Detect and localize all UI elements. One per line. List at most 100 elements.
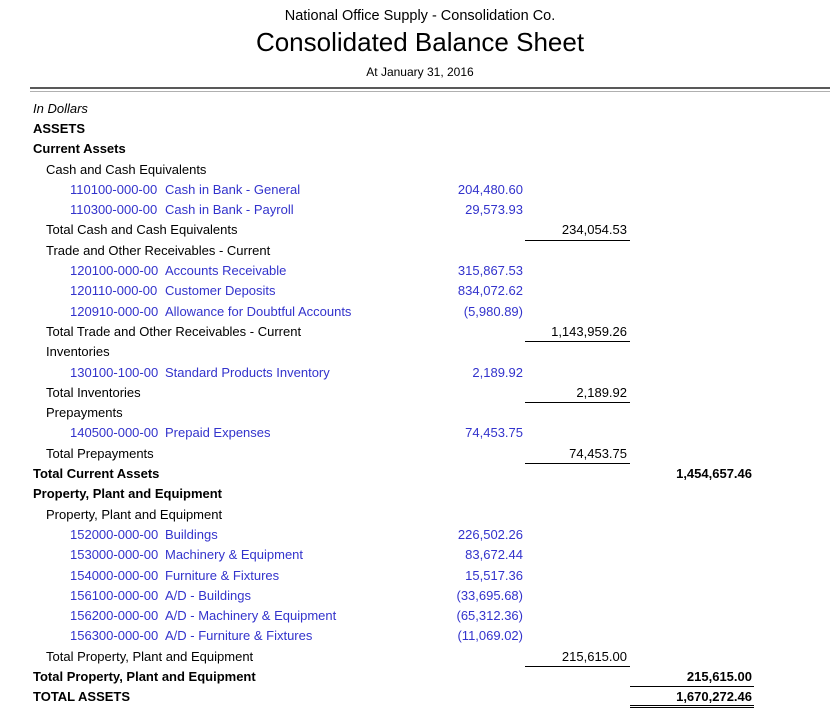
- account-row: 153000-000-00Machinery & Equipment83,672…: [0, 545, 840, 565]
- row-label-cell: 156100-000-00A/D - Buildings: [0, 586, 430, 606]
- amount-subtotal: [525, 200, 630, 220]
- account-number-link[interactable]: 120100-000-00: [70, 261, 165, 281]
- account-name-link[interactable]: A/D - Furniture & Fixtures: [165, 628, 312, 643]
- amount-detail[interactable]: (11,069.02): [430, 626, 525, 646]
- amount-subtotal: [525, 606, 630, 626]
- account-name-link[interactable]: Allowance for Doubtful Accounts: [165, 304, 351, 319]
- amount-detail[interactable]: 204,480.60: [430, 180, 525, 200]
- amount-total: [630, 302, 754, 322]
- amount-subtotal: [525, 241, 630, 261]
- total-row: Total Inventories2,189.92: [0, 383, 840, 403]
- account-row: 156100-000-00A/D - Buildings(33,695.68): [0, 586, 840, 606]
- amount-detail[interactable]: 83,672.44: [430, 545, 525, 565]
- account-row: 120100-000-00Accounts Receivable315,867.…: [0, 261, 840, 281]
- account-row: 156300-000-00A/D - Furniture & Fixtures(…: [0, 626, 840, 646]
- row-label-cell: 153000-000-00Machinery & Equipment: [0, 545, 430, 565]
- row-label-cell: 140500-000-00Prepaid Expenses: [0, 423, 430, 443]
- account-name-link[interactable]: A/D - Buildings: [165, 588, 251, 603]
- amount-detail[interactable]: 74,453.75: [430, 423, 525, 443]
- amount-subtotal: [525, 687, 630, 707]
- row-label-cell: Trade and Other Receivables - Current: [0, 241, 430, 261]
- total-row: Total Trade and Other Receivables - Curr…: [0, 322, 840, 342]
- report-header: National Office Supply - Consolidation C…: [0, 0, 840, 79]
- account-name-link[interactable]: Cash in Bank - Payroll: [165, 202, 294, 217]
- account-row: 110100-000-00Cash in Bank - General 204,4…: [0, 180, 840, 200]
- account-name-link[interactable]: Buildings: [165, 527, 218, 542]
- account-name-link[interactable]: Prepaid Expenses: [165, 425, 271, 440]
- amount-total: [630, 566, 754, 586]
- section-row: Current Assets: [0, 139, 840, 159]
- amount-detail: [430, 687, 525, 707]
- amount-detail: [430, 139, 525, 159]
- amount-total: [630, 241, 754, 261]
- amount-total: [630, 281, 754, 301]
- account-number-link[interactable]: 153000-000-00: [70, 545, 165, 565]
- account-name-link[interactable]: Cash in Bank - General: [165, 182, 300, 197]
- account-number-link[interactable]: 156200-000-00: [70, 606, 165, 626]
- account-number-link[interactable]: 154000-000-00: [70, 566, 165, 586]
- row-label-cell: Total Property, Plant and Equipment: [0, 647, 430, 667]
- amount-detail[interactable]: 226,502.26: [430, 525, 525, 545]
- amount-subtotal: [525, 484, 630, 504]
- row-label: Prepayments: [46, 405, 123, 420]
- account-number-link[interactable]: 120910-000-00: [70, 302, 165, 322]
- amount-total: [630, 139, 754, 159]
- amount-subtotal: [525, 139, 630, 159]
- amount-subtotal: [525, 667, 630, 687]
- account-number-link[interactable]: 140500-000-00: [70, 423, 165, 443]
- amount-subtotal: [525, 403, 630, 423]
- amount-subtotal: [525, 464, 630, 484]
- account-name-link[interactable]: A/D - Machinery & Equipment: [165, 608, 336, 623]
- account-name-link[interactable]: Machinery & Equipment: [165, 547, 303, 562]
- row-label-cell: 156300-000-00A/D - Furniture & Fixtures: [0, 626, 430, 646]
- amount-total: [630, 322, 754, 342]
- amount-subtotal: 215,615.00: [525, 647, 630, 667]
- amount-detail: [430, 403, 525, 423]
- amount-detail[interactable]: 315,867.53: [430, 261, 525, 281]
- amount-detail[interactable]: (33,695.68): [430, 586, 525, 606]
- account-row: 140500-000-00Prepaid Expenses74,453.75: [0, 423, 840, 443]
- account-number-link[interactable]: 110100-000-00: [70, 180, 165, 200]
- amount-detail[interactable]: 29,573.93: [430, 200, 525, 220]
- row-label-cell: 120100-000-00Accounts Receivable: [0, 261, 430, 281]
- row-label-cell: Prepayments: [0, 403, 430, 423]
- account-number-link[interactable]: 156300-000-00: [70, 626, 165, 646]
- row-label: Inventories: [46, 344, 110, 359]
- row-label-cell: Cash and Cash Equivalents: [0, 160, 430, 180]
- account-name-link[interactable]: Customer Deposits: [165, 283, 276, 298]
- account-number-link[interactable]: 110300-000-00: [70, 200, 165, 220]
- row-label: Current Assets: [33, 141, 126, 156]
- amount-detail: [430, 160, 525, 180]
- total-row: Total Property, Plant and Equipment 215,6…: [0, 647, 840, 667]
- row-label-cell: Total Prepayments: [0, 444, 430, 464]
- account-name-link[interactable]: Standard Products Inventory: [165, 365, 330, 380]
- account-row: 120110-000-00Customer Deposits 834,072.62: [0, 281, 840, 301]
- account-row: 110300-000-00Cash in Bank - Payroll29,57…: [0, 200, 840, 220]
- account-number-link[interactable]: 130100-100-00: [70, 363, 165, 383]
- account-number-link[interactable]: 120110-000-00: [70, 281, 165, 301]
- row-label-cell: 110300-000-00Cash in Bank - Payroll: [0, 200, 430, 220]
- row-label-cell: 156200-000-00A/D - Machinery & Equipment: [0, 606, 430, 626]
- row-label-cell: 130100-100-00Standard Products Inventory: [0, 363, 430, 383]
- amount-detail: [430, 464, 525, 484]
- amount-detail[interactable]: 834,072.62: [430, 281, 525, 301]
- account-number-link[interactable]: 156100-000-00: [70, 586, 165, 606]
- section-row: Property, Plant and Equipment: [0, 505, 840, 525]
- account-name-link[interactable]: Accounts Receivable: [165, 263, 286, 278]
- total-row: Total Current Assets1,454,657.46: [0, 464, 840, 484]
- amount-detail[interactable]: (5,980.89): [430, 302, 525, 322]
- amount-subtotal: [525, 586, 630, 606]
- amount-detail[interactable]: 15,517.36: [430, 566, 525, 586]
- row-label: Total Prepayments: [46, 446, 154, 461]
- row-label-cell: TOTAL ASSETS: [0, 687, 430, 707]
- amount-detail: [430, 342, 525, 362]
- account-name-link[interactable]: Furniture & Fixtures: [165, 568, 279, 583]
- row-label: Total Trade and Other Receivables - Curr…: [46, 324, 301, 339]
- amount-subtotal: [525, 160, 630, 180]
- amount-detail[interactable]: (65,312.36): [430, 606, 525, 626]
- row-label-cell: Total Current Assets: [0, 464, 430, 484]
- account-row: 152000-000-00Buildings 226,502.26: [0, 525, 840, 545]
- amount-total: [630, 626, 754, 646]
- amount-detail[interactable]: 2,189.92: [430, 363, 525, 383]
- account-number-link[interactable]: 152000-000-00: [70, 525, 165, 545]
